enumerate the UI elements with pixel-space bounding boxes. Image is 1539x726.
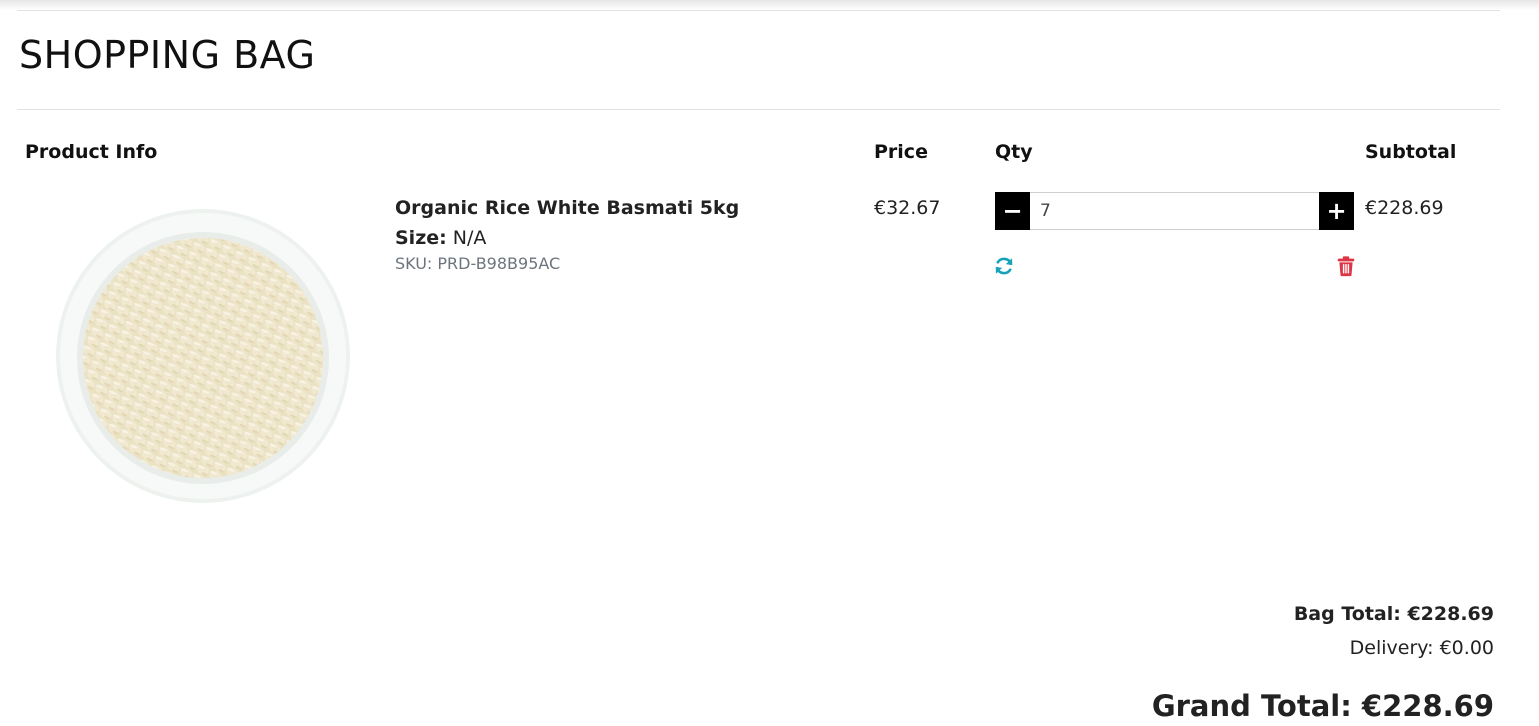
quantity-stepper: − +	[995, 192, 1354, 230]
header-price: Price	[874, 141, 928, 163]
title-divider	[17, 109, 1500, 110]
header-subtotal: Subtotal	[1365, 141, 1457, 163]
refresh-icon[interactable]	[993, 255, 1015, 277]
page-title: SHOPPING BAG	[19, 33, 316, 77]
top-divider	[17, 10, 1500, 11]
increment-qty-button[interactable]: +	[1319, 192, 1354, 230]
product-name: Organic Rice White Basmati 5kg	[395, 197, 740, 219]
decrement-qty-button[interactable]: −	[995, 192, 1030, 230]
product-size-label: Size:	[395, 227, 447, 249]
header-qty: Qty	[995, 141, 1033, 163]
header-product-info: Product Info	[25, 141, 158, 163]
trash-icon[interactable]	[1335, 255, 1357, 277]
quantity-input[interactable]	[1030, 192, 1319, 230]
product-sku: SKU: PRD-B98B95AC	[395, 254, 561, 273]
product-image	[56, 209, 350, 503]
product-size-value: N/A	[452, 227, 487, 249]
grand-total: Grand Total: €228.69	[1151, 689, 1494, 723]
product-price: €32.67	[874, 197, 941, 219]
delivery-cost: Delivery: €0.00	[1349, 637, 1494, 659]
product-subtotal: €228.69	[1365, 197, 1444, 219]
bag-total: Bag Total: €228.69	[1293, 603, 1494, 625]
header-shadow	[0, 0, 1539, 10]
product-size: Size: N/A	[395, 226, 486, 250]
